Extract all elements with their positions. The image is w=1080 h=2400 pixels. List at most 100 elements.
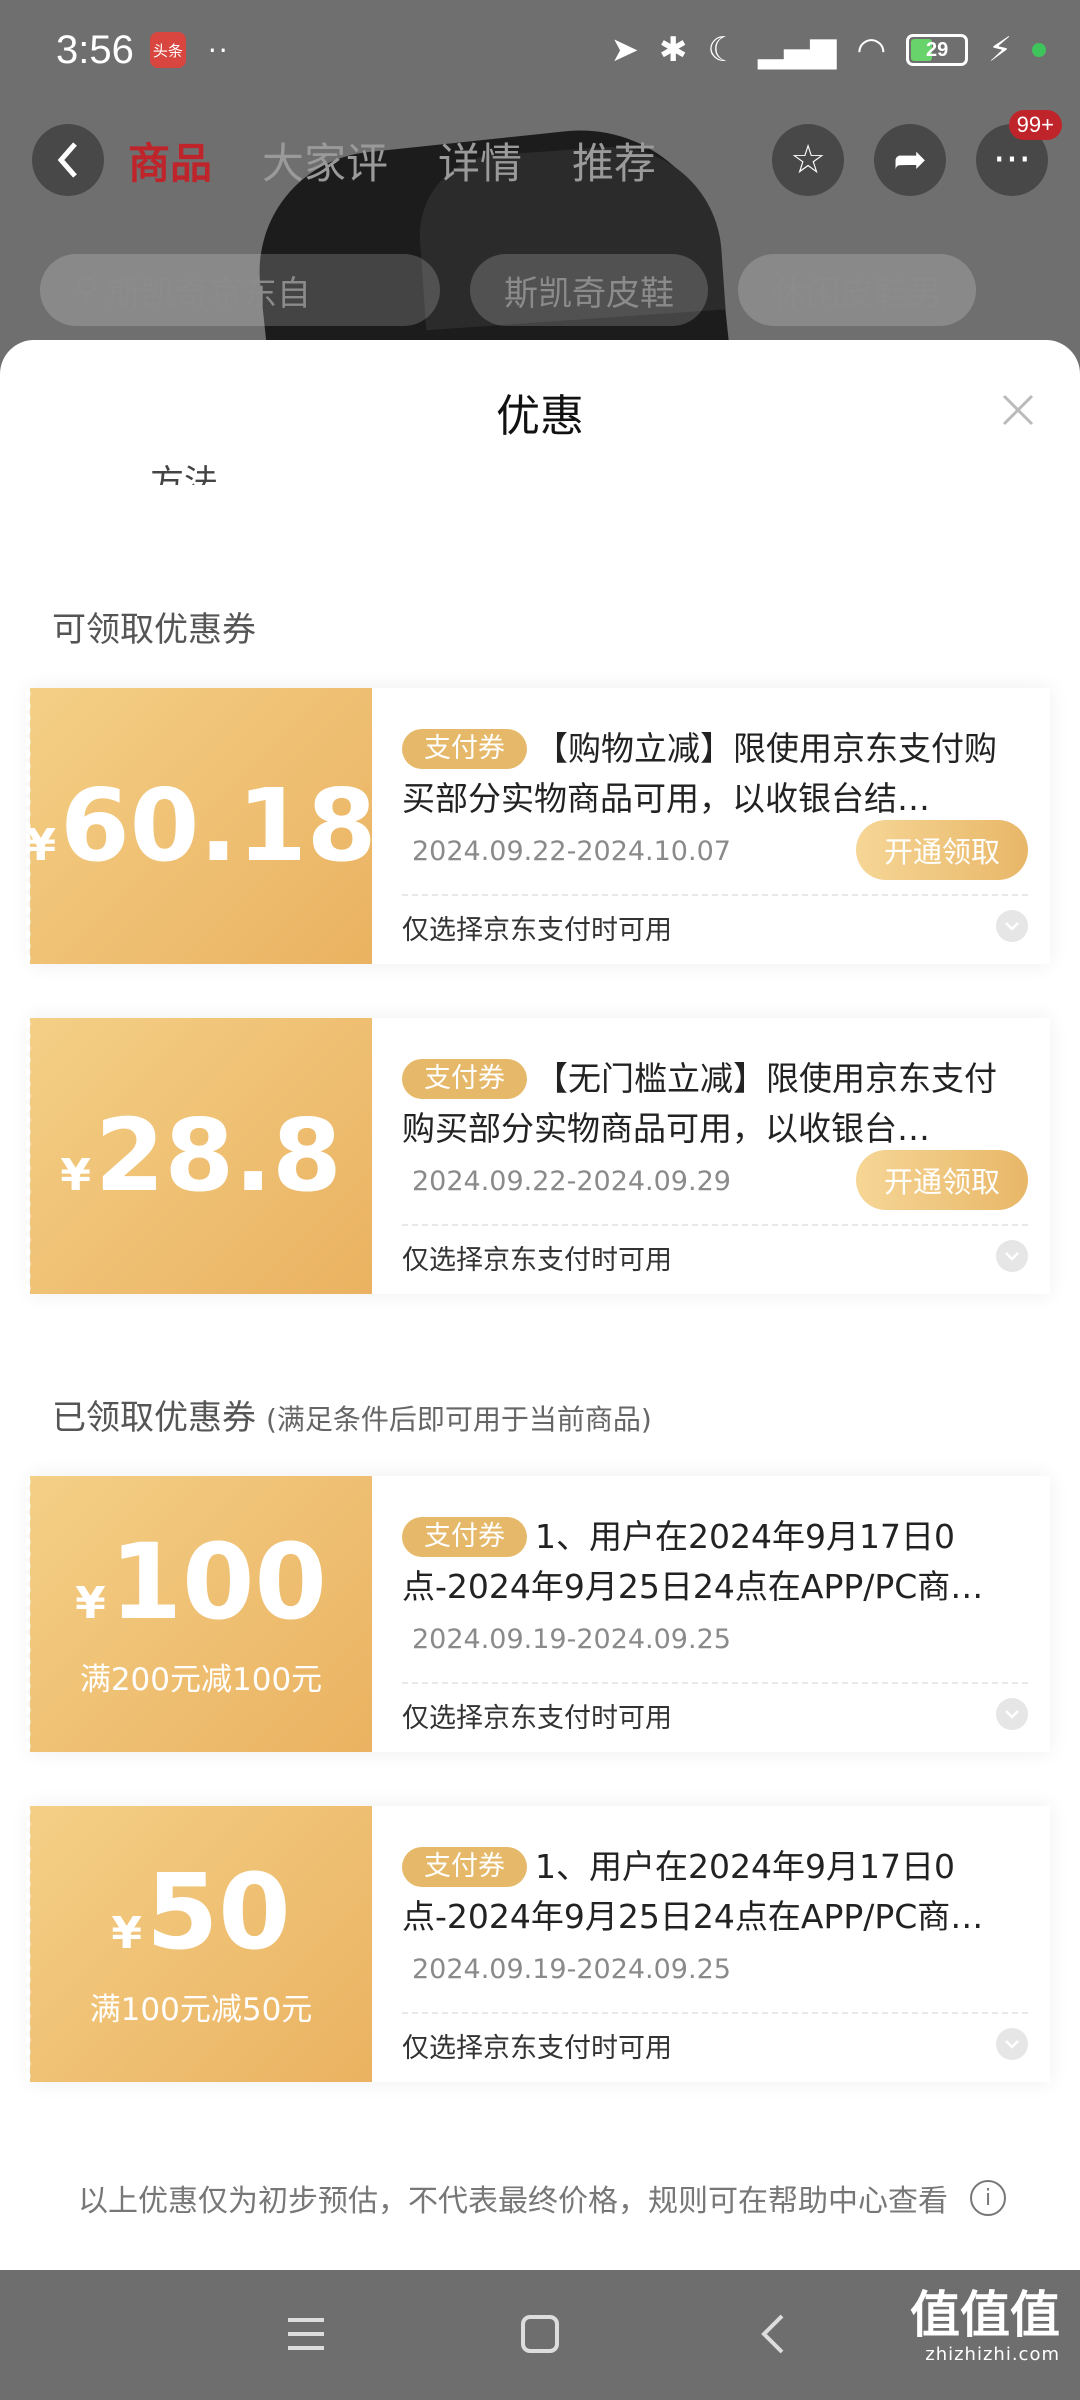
coupon-description: 支付券 【无门槛立减】限使用京东支付购买部分实物商品可用，以收银台…	[402, 1054, 1028, 1154]
share-icon: ➦	[893, 137, 927, 183]
search-pill[interactable]: ⚲ 斯凯奇京东自	[40, 254, 440, 326]
coupon-card[interactable]: ¥ 100 满200元减100元 支付券 1、用户在2024年9月17日0点-20…	[26, 1476, 1050, 1752]
chevron-down-icon	[1005, 922, 1019, 931]
currency-symbol: ¥	[75, 1577, 106, 1629]
tab-product[interactable]: 商品	[128, 130, 212, 191]
discount-bottom-sheet: 优惠 方法 可领取优惠券 ¥ 60.18 支付券 【购物立减】限使用京东支付购买部…	[0, 340, 1080, 2270]
claimed-coupons-title: 已领取优惠券 (满足条件后即可用于当前商品)	[52, 1390, 652, 1439]
divider	[402, 1224, 1028, 1226]
coupon-usage: 仅选择京东支付时可用	[402, 2033, 672, 2064]
coupon-date: 2024.09.22-2024.09.29	[412, 1166, 731, 1197]
coupon-tag: 支付券	[402, 1847, 527, 1887]
home-icon[interactable]	[518, 2312, 562, 2356]
watermark: 值值值 zhizhizhi.com	[910, 2290, 1060, 2364]
privacy-dot-icon	[1032, 43, 1046, 57]
coupon-amount-panel: ¥ 100 满200元减100元	[26, 1476, 372, 1752]
claimed-title-text: 已领取优惠券	[52, 1398, 256, 1438]
claim-button[interactable]: 开通领取	[856, 1150, 1028, 1210]
coupon-info: 支付券 1、用户在2024年9月17日0点-2024年9月25日24点在APP/P…	[402, 1806, 1028, 2082]
more-notifications-icon: ··	[207, 33, 230, 67]
coupon-amount: ¥ 60.18	[26, 776, 377, 876]
search-suggestion-pill[interactable]: 休闲皮鞋男	[738, 254, 976, 326]
search-suggestion: 休闲皮鞋男	[772, 273, 942, 314]
coupon-value: 60.18	[60, 767, 377, 884]
coupon-description: 支付券 1、用户在2024年9月17日0点-2024年9月25日24点在APP/P…	[402, 1512, 1028, 1612]
expand-button[interactable]	[996, 2028, 1028, 2060]
coupon-value: 100	[109, 1520, 327, 1643]
currency-symbol: ¥	[25, 820, 57, 871]
search-icon: ⚲	[74, 270, 99, 310]
coupon-info: 支付券 【无门槛立减】限使用京东支付购买部分实物商品可用，以收银台… 2024.0…	[402, 1018, 1028, 1294]
coupon-amount: ¥ 100	[75, 1530, 327, 1634]
coupon-amount-panel: ¥ 50 满100元减50元	[26, 1806, 372, 2082]
sheet-title: 优惠	[496, 391, 584, 442]
coupon-value: 50	[145, 1850, 291, 1973]
chevron-left-icon	[57, 142, 77, 178]
coupon-usage: 仅选择京东支付时可用	[402, 1245, 672, 1276]
coupon-card[interactable]: ¥ 60.18 支付券 【购物立减】限使用京东支付购买部分实物商品可用，以收银台结…	[26, 688, 1050, 964]
star-icon: ☆	[790, 137, 826, 183]
chevron-down-icon	[1005, 1252, 1019, 1261]
coupon-description: 支付券 【购物立减】限使用京东支付购买部分实物商品可用，以收银台结…	[402, 724, 1028, 824]
coupon-date: 2024.09.22-2024.10.07	[412, 836, 731, 867]
app-notification-icon: 头条	[149, 32, 186, 68]
status-bar: 3:56 头条 ·· ➤ ✱ ☾ ▂▄▆ ◠ 29 ⚡	[0, 0, 1080, 100]
coupon-card[interactable]: ¥ 50 满100元减50元 支付券 1、用户在2024年9月17日0点-2024…	[26, 1806, 1050, 2082]
expand-button[interactable]	[996, 1698, 1028, 1730]
tab-reviews[interactable]: 大家评	[262, 130, 388, 191]
message-badge: 99+	[1008, 110, 1062, 140]
expand-button[interactable]	[996, 910, 1028, 942]
charging-icon: ⚡	[988, 30, 1012, 70]
coupon-date: 2024.09.19-2024.09.25	[412, 1954, 731, 1985]
coupon-amount: ¥ 50	[111, 1860, 290, 1964]
coupon-info: 支付券 【购物立减】限使用京东支付购买部分实物商品可用，以收银台结… 2024.0…	[402, 688, 1028, 964]
search-suggestion: 斯凯奇京东自	[106, 273, 311, 314]
menu-icon[interactable]	[284, 2312, 328, 2356]
watermark-sub: zhizhizhi.com	[925, 2344, 1060, 2365]
product-top-nav: 商品 大家评 详情 推荐 ☆ ➦ ··· 99+	[0, 110, 1080, 210]
divider	[402, 2012, 1028, 2014]
divider	[402, 894, 1028, 896]
chevron-down-icon	[1005, 2040, 1019, 2049]
search-suggestions: ⚲ 斯凯奇京东自 斯凯奇皮鞋 休闲皮鞋男	[0, 250, 1080, 330]
truncated-text: 方法	[150, 463, 218, 485]
location-icon: ➤	[610, 30, 640, 70]
tab-details[interactable]: 详情	[438, 130, 522, 191]
divider	[402, 1682, 1028, 1684]
search-suggestion-pill[interactable]: 斯凯奇皮鞋	[470, 254, 708, 326]
coupon-date: 2024.09.19-2024.09.25	[412, 1624, 731, 1655]
nav-actions: ☆ ➦ ··· 99+	[772, 110, 1062, 196]
expand-button[interactable]	[996, 1240, 1028, 1272]
back-button[interactable]	[32, 124, 104, 196]
currency-symbol: ¥	[60, 1150, 91, 1201]
back-icon[interactable]	[752, 2312, 796, 2356]
claim-button[interactable]: 开通领取	[856, 820, 1028, 880]
coupon-value: 28.8	[94, 1097, 342, 1214]
coupon-tag: 支付券	[402, 1059, 527, 1099]
favorite-button[interactable]: ☆	[772, 124, 844, 196]
close-icon[interactable]	[996, 388, 1040, 432]
coupon-description: 支付券 1、用户在2024年9月17日0点-2024年9月25日24点在APP/P…	[402, 1842, 1028, 1942]
coupon-amount-panel: ¥ 28.8	[26, 1018, 372, 1294]
product-tabs: 商品 大家评 详情 推荐	[128, 130, 656, 191]
coupon-condition: 满200元减100元	[79, 1661, 323, 1698]
coupon-tag: 支付券	[402, 1517, 527, 1557]
coupon-amount-panel: ¥ 60.18	[26, 688, 376, 964]
coupon-usage: 仅选择京东支付时可用	[402, 1703, 672, 1734]
coupon-tag: 支付券	[402, 729, 527, 769]
tab-recommend[interactable]: 推荐	[572, 130, 656, 191]
coupon-usage: 仅选择京东支付时可用	[402, 915, 672, 946]
coupon-card[interactable]: ¥ 28.8 支付券 【无门槛立减】限使用京东支付购买部分实物商品可用，以收银台……	[26, 1018, 1050, 1294]
claimed-subtitle: (满足条件后即可用于当前商品)	[266, 1403, 652, 1436]
coupon-amount: ¥ 28.8	[60, 1106, 341, 1206]
share-button[interactable]: ➦	[874, 124, 946, 196]
coupon-condition: 满100元减50元	[89, 1991, 313, 2028]
battery-level: 29	[926, 38, 949, 61]
moon-icon: ☾	[707, 30, 738, 70]
battery-icon: 29	[906, 34, 969, 66]
status-icons: ➤ ✱ ☾ ▂▄▆ ◠ 29 ⚡	[611, 30, 1046, 70]
watermark-main: 值值值	[910, 2286, 1060, 2344]
info-icon[interactable]: i	[970, 2180, 1006, 2216]
chevron-down-icon	[1005, 1710, 1019, 1719]
currency-symbol: ¥	[111, 1907, 142, 1959]
